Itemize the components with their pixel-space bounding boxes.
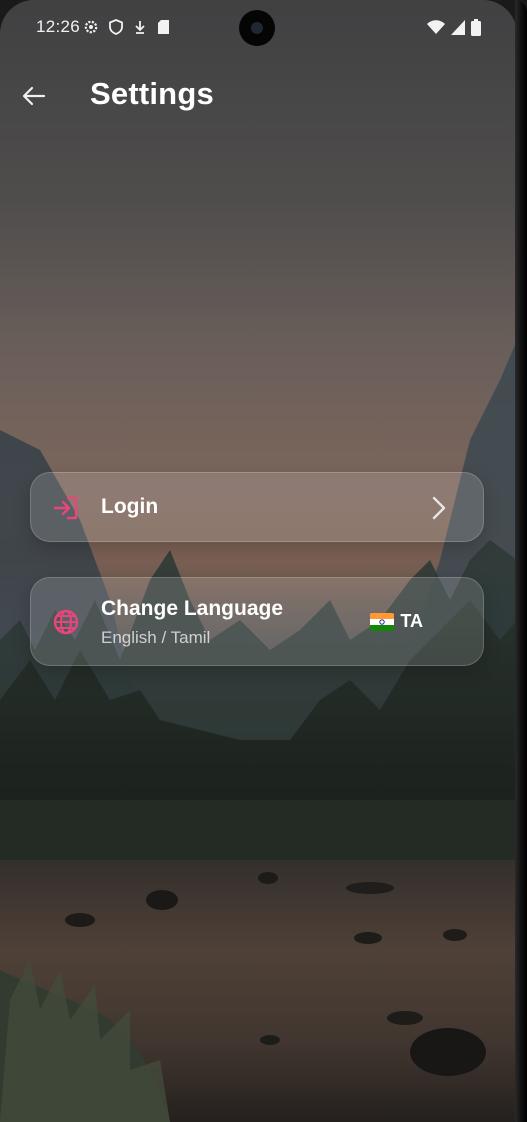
sd-card-icon (158, 20, 169, 34)
gear-icon (84, 20, 98, 34)
device-frame-edge (515, 0, 527, 1122)
shield-icon (109, 19, 123, 35)
login-label: Login (101, 495, 159, 518)
front-camera (239, 10, 275, 46)
chevron-right-icon (432, 496, 446, 520)
arrow-left-icon (22, 86, 46, 106)
login-icon (51, 493, 81, 523)
login-setting-card[interactable]: Login (30, 472, 484, 542)
download-icon (135, 21, 145, 34)
background-image (0, 0, 517, 1122)
language-code: TA (400, 611, 423, 631)
status-time: 12:26 (36, 17, 81, 36)
screen: 12:26 Settings Login Change Language Eng… (0, 0, 517, 1122)
page-title: Settings (90, 76, 214, 111)
wifi-icon (427, 20, 445, 34)
device: 12:26 Settings Login Change Language Eng… (0, 0, 527, 1122)
battery-icon (471, 19, 481, 36)
change-language-subtitle: English / Tamil (101, 628, 211, 647)
change-language-label: Change Language (101, 597, 284, 620)
status-system-icons (427, 19, 481, 36)
status-bar: 12:26 (0, 0, 517, 56)
change-language-card[interactable]: Change Language English / Tamil TA (30, 577, 484, 666)
app-bar: Settings (0, 60, 517, 130)
status-notification-icons (83, 19, 170, 35)
globe-icon (51, 607, 81, 637)
back-button[interactable] (14, 78, 54, 114)
signal-icon (451, 20, 465, 35)
india-flag-icon (370, 612, 395, 631)
current-language-badge: TA (370, 611, 423, 632)
